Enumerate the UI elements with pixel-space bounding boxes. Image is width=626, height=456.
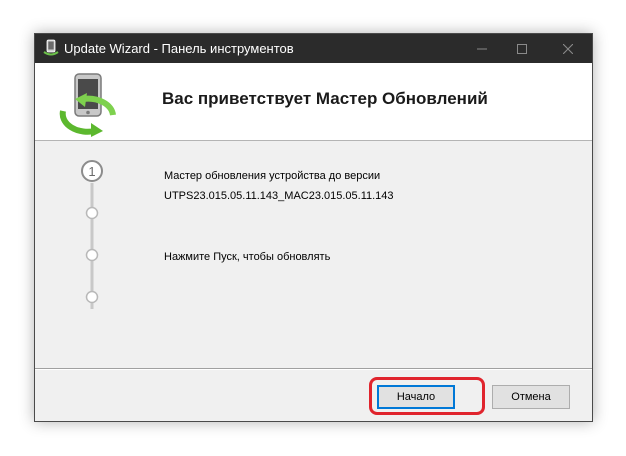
close-icon [563, 43, 573, 54]
start-button[interactable]: Начало [377, 385, 455, 409]
cancel-button[interactable]: Отмена [492, 385, 570, 409]
header-title: Вас приветствует Мастер Обновлений [162, 89, 488, 108]
app-icon [43, 39, 59, 56]
maximize-icon [517, 43, 527, 54]
instruction-text: Нажмите Пуск, чтобы обновлять [164, 251, 331, 263]
wizard-body: 1 Мастер обновления устройства до версии… [35, 141, 592, 368]
footer-divider [35, 368, 592, 370]
update-description: Мастер обновления устройства до версии [164, 170, 381, 182]
minimize-icon [477, 48, 487, 49]
step-4-indicator [85, 290, 99, 304]
version-text: UTPS23.015.05.11.143_MAC23.015.05.11.143 [164, 190, 394, 202]
maximize-button[interactable] [502, 34, 542, 63]
title-bar[interactable]: Update Wizard - Панель инструментов [35, 34, 592, 63]
wizard-header: Вас приветствует Мастер Обновлений [35, 63, 592, 141]
window-title: Update Wizard - Панель инструментов [64, 41, 294, 56]
step-3-indicator [85, 248, 99, 262]
phone-update-icon [59, 73, 116, 137]
minimize-button[interactable] [462, 34, 502, 63]
update-wizard-window: Update Wizard - Панель инструментов Вас … [34, 33, 593, 422]
step-2-indicator [85, 206, 99, 220]
close-button[interactable] [548, 34, 588, 63]
step-1-number: 1 [88, 164, 95, 179]
step-progress: 1 [81, 160, 103, 309]
